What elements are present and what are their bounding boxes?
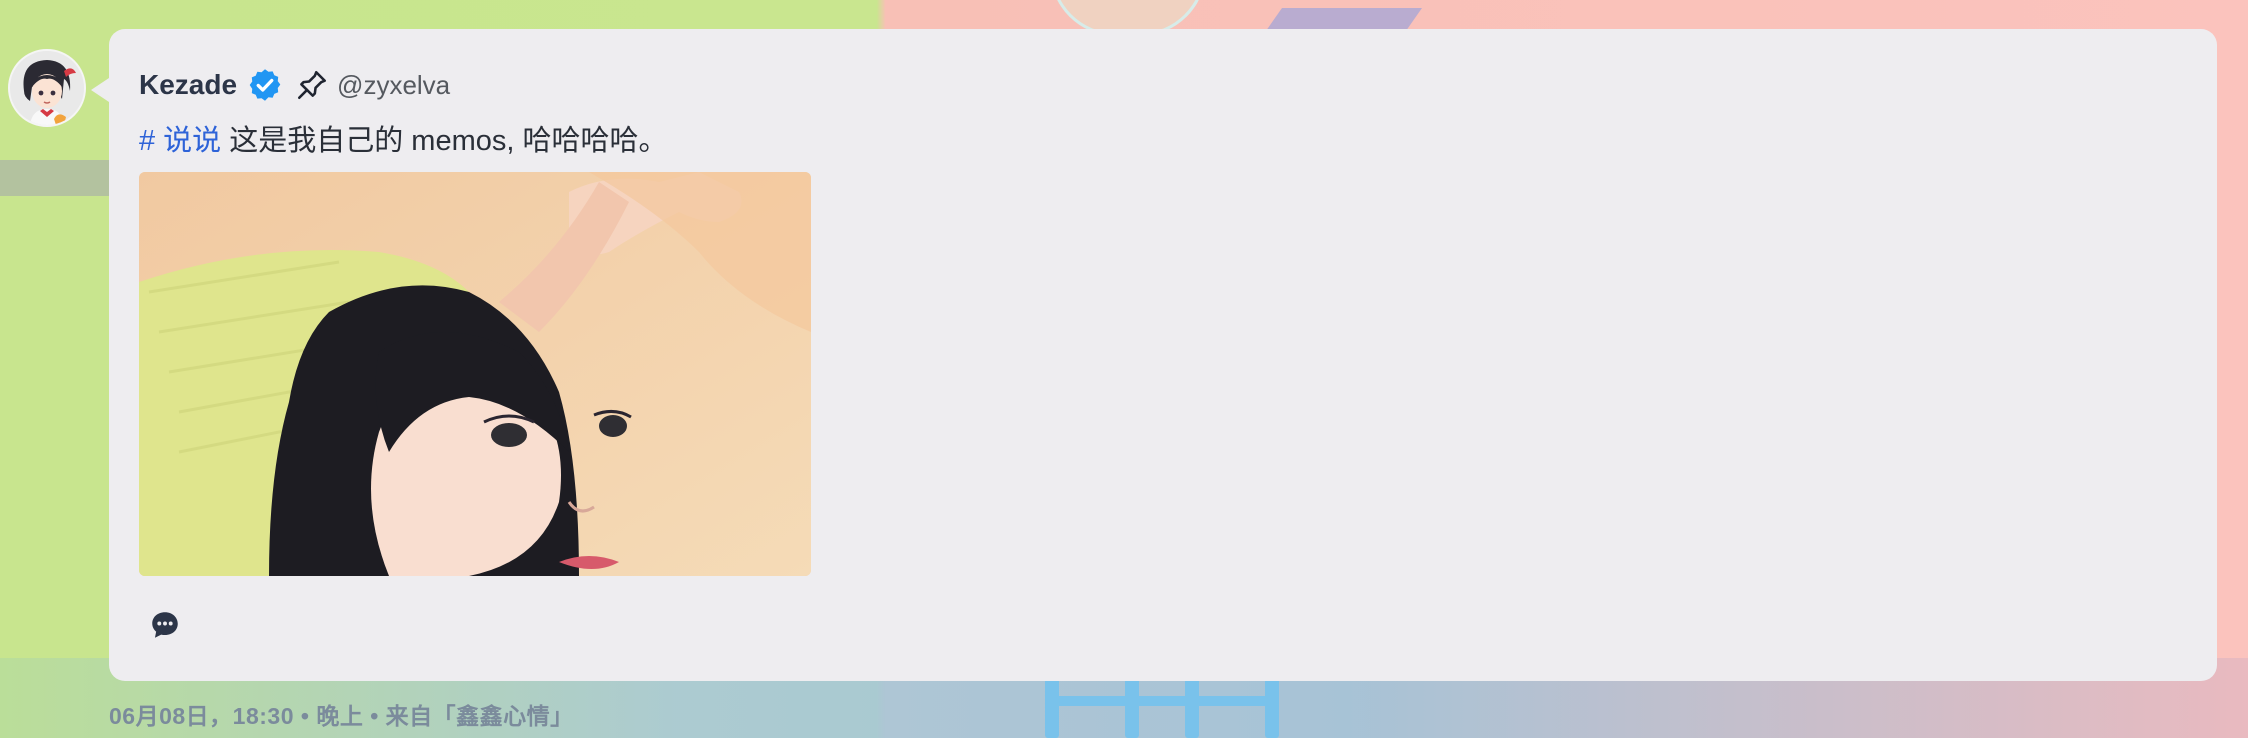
comment-icon[interactable] [147, 607, 183, 643]
author-handle[interactable]: @zyxelva [337, 70, 450, 101]
pin-icon [295, 68, 329, 102]
post-content: # 说说 这是我自己的 memos, 哈哈哈哈。 [139, 117, 668, 159]
memo-card: Kezade @zyxelva # 说说 这是我自己的 memos, 哈哈哈哈。 [91, 29, 2217, 681]
background-shape [0, 160, 120, 196]
post-tag-link[interactable]: # 说说 [139, 125, 221, 157]
background-stool [1035, 668, 1295, 738]
post-header: Kezade @zyxelva [139, 65, 450, 105]
post-text: 这是我自己的 memos, 哈哈哈哈。 [221, 125, 668, 157]
post-image[interactable] [139, 172, 811, 576]
post-meta: 06月08日，18:30 • 晚上 • 来自「鑫鑫心情」 [109, 703, 574, 729]
avatar[interactable] [8, 49, 86, 127]
author-name[interactable]: Kezade [139, 69, 237, 101]
verified-check-icon [247, 67, 283, 103]
